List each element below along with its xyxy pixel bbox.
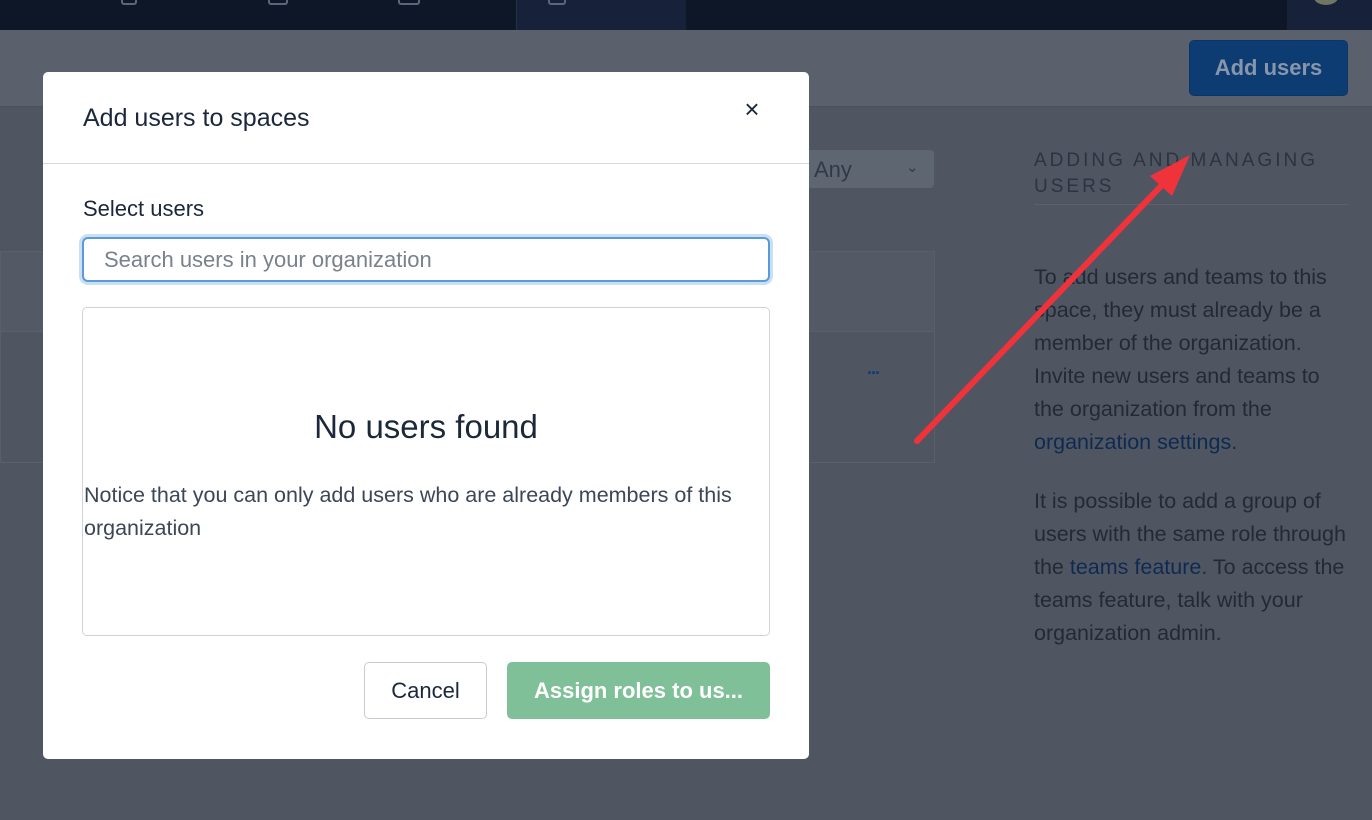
role-filter-value: Any [814, 157, 852, 182]
help-title: ADDING AND MANAGING USERS [1034, 148, 1348, 205]
cancel-button[interactable]: Cancel [364, 662, 487, 719]
help-text-1-end: . [1231, 430, 1238, 454]
organization-settings-link[interactable]: organization settings [1034, 430, 1231, 454]
help-paragraph-1: To add users and teams to this space, th… [1034, 261, 1348, 459]
users-results-list: No users found Notice that you can only … [82, 307, 770, 636]
top-navigation [0, 0, 1372, 30]
nav-icon-2[interactable] [268, 0, 288, 5]
chevron-down-icon: ⌄ [906, 159, 919, 176]
nav-icon-3[interactable] [398, 0, 420, 5]
nav-icon-4[interactable] [548, 0, 566, 5]
add-users-button[interactable]: Add users [1189, 40, 1348, 96]
modal-header: Add users to spaces × [43, 72, 809, 164]
search-users-input[interactable] [82, 237, 770, 282]
assign-roles-button[interactable]: Assign roles to us... [507, 662, 770, 719]
row-menu-button[interactable]: ... [867, 358, 880, 379]
help-panel: ADDING AND MANAGING USERS To add users a… [1034, 148, 1348, 650]
select-users-label: Select users [83, 196, 205, 221]
empty-state-title: No users found [314, 408, 538, 445]
role-filter-select[interactable]: Any ⌄ [790, 150, 934, 188]
close-icon[interactable]: × [740, 96, 764, 122]
help-text-1: To add users and teams to this space, th… [1034, 265, 1327, 421]
nav-icon-1[interactable] [121, 0, 137, 5]
help-paragraph-2: It is possible to add a group of users w… [1034, 485, 1348, 650]
modal-title: Add users to spaces [83, 104, 310, 132]
add-users-modal: Add users to spaces × Select users No us… [43, 72, 809, 759]
teams-feature-link[interactable]: teams feature [1070, 555, 1201, 579]
nav-active-section[interactable] [517, 0, 686, 30]
empty-state-note: Notice that you can only add users who a… [84, 483, 732, 540]
